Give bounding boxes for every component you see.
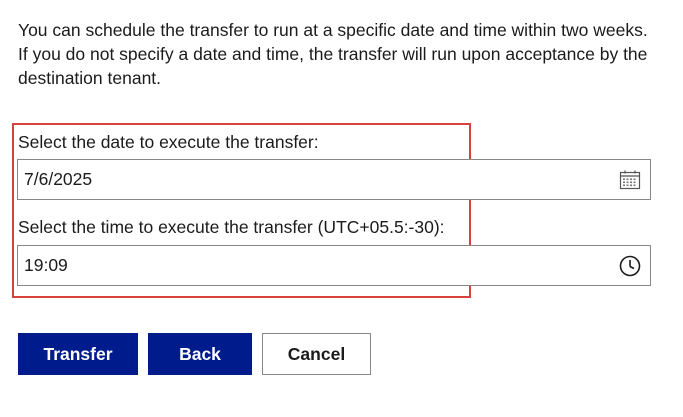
time-value: 19:09 — [24, 255, 68, 275]
date-value: 7/6/2025 — [24, 169, 93, 189]
date-input[interactable]: 7/6/2025 — [17, 159, 651, 200]
clock-icon[interactable] — [610, 246, 650, 285]
transfer-button[interactable]: Transfer — [18, 333, 138, 375]
back-button[interactable]: Back — [148, 333, 252, 375]
calendar-icon[interactable] — [610, 160, 650, 199]
time-label: Select the time to execute the transfer … — [18, 217, 445, 237]
cancel-button[interactable]: Cancel — [262, 333, 371, 375]
time-input[interactable]: 19:09 — [17, 245, 651, 286]
intro-text: You can schedule the transfer to run at … — [18, 20, 648, 88]
date-label: Select the date to execute the transfer: — [18, 132, 319, 152]
